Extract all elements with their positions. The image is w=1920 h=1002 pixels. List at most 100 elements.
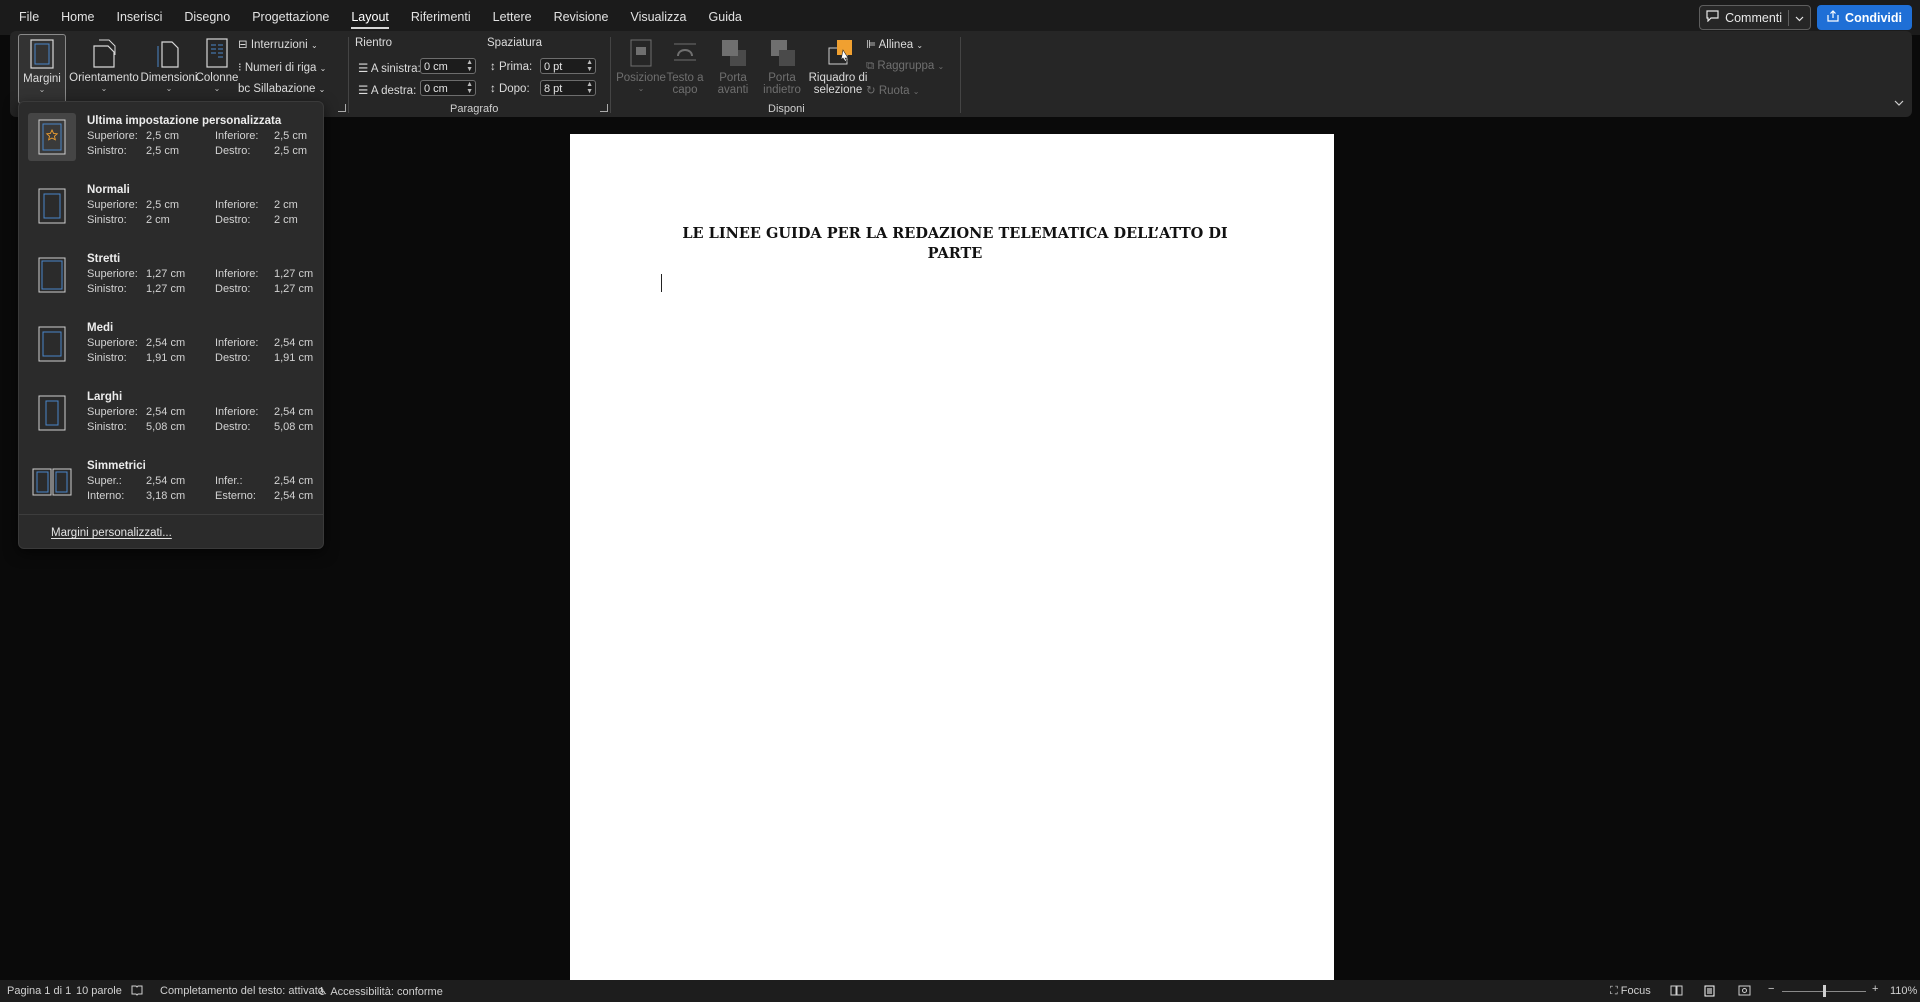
rotate-button: ↻ Ruota ⌄ — [866, 85, 920, 97]
zoom-out-button[interactable]: − — [1768, 983, 1774, 995]
menu-bar: File Home Inserisci Disegno Progettazion… — [0, 0, 1920, 35]
margin-option-simmetrici[interactable]: Simmetrici Super.: 2,54 cm Infer.: 2,54 … — [24, 452, 316, 518]
margins-button[interactable]: Margini ⌄ — [18, 34, 66, 104]
group-button: ⧉ Raggruppa ⌄ — [866, 60, 945, 72]
print-layout-icon[interactable] — [1704, 985, 1715, 1000]
text-cursor — [661, 274, 662, 292]
share-label: Condividi — [1845, 10, 1902, 25]
document-page[interactable]: LE LINEE GUIDA PER LA REDAZIONE TELEMATI… — [570, 134, 1334, 1002]
menu-home[interactable]: Home — [50, 0, 105, 35]
word-count[interactable]: 10 parole — [76, 985, 122, 997]
hyphenation-label: Sillabazione — [253, 83, 316, 95]
menu-lettere[interactable]: Lettere — [482, 0, 543, 35]
hyphenation-icon: bc — [238, 83, 251, 95]
menu-revisione[interactable]: Revisione — [543, 0, 620, 35]
menu-layout[interactable]: Layout — [340, 0, 400, 35]
group-icon: ⧉ — [866, 60, 875, 72]
margins-icon — [29, 39, 55, 69]
divider — [1788, 9, 1790, 26]
spacing-after-field[interactable]: 8 pt ▲ ▼ — [540, 80, 596, 96]
page-count[interactable]: Pagina 1 di 1 — [7, 985, 71, 997]
indent-title: Rientro — [355, 37, 393, 49]
menu-disegno[interactable]: Disegno — [173, 0, 241, 35]
spinner-arrows-icon[interactable]: ▲ ▼ — [466, 59, 473, 73]
columns-button[interactable]: Colonne ⌄ — [192, 34, 242, 100]
spinner-arrows-icon[interactable]: ▲ ▼ — [586, 59, 593, 73]
focus-button[interactable]: ⛶ Focus — [1610, 985, 1651, 998]
text-prediction-status[interactable]: Completamento del testo: attivato — [160, 985, 324, 997]
chevron-down-icon: ⌄ — [937, 62, 945, 71]
margin-thumbnail — [28, 389, 76, 437]
line-numbers-icon: ⁝ — [238, 62, 242, 74]
document-title: LE LINEE GUIDA PER LA REDAZIONE TELEMATI… — [682, 225, 1228, 262]
margin-option-medi[interactable]: Medi Superiore: 2,54 cm Inferiore: 2,54 … — [24, 314, 316, 380]
read-mode-icon[interactable] — [1670, 985, 1683, 999]
spacing-before-icon: ↕ — [490, 61, 496, 73]
send-backward-button: Porta indietro — [757, 34, 807, 100]
menu-progettazione[interactable]: Progettazione — [241, 0, 340, 35]
margin-thumbnail — [28, 320, 76, 368]
proofing-icon[interactable] — [131, 985, 143, 999]
breaks-icon: ⊟ — [238, 39, 248, 51]
zoom-in-button[interactable]: + — [1872, 983, 1878, 995]
indent-left-icon: ☰ — [358, 63, 369, 75]
share-icon — [1827, 10, 1839, 25]
breaks-button[interactable]: ⊟ Interruzioni ⌄ — [238, 37, 318, 51]
wrap-text-icon — [672, 38, 698, 68]
margin-option-last-custom[interactable]: Ultima impostazione personalizzata Super… — [24, 107, 316, 173]
align-button[interactable]: ⊫ Allinea ⌄ — [866, 37, 923, 51]
comments-button[interactable]: Commenti — [1699, 5, 1812, 30]
selection-pane-button[interactable]: Riquadro di selezione — [803, 34, 873, 100]
zoom-level[interactable]: 110% — [1890, 985, 1917, 997]
menu-guida[interactable]: Guida — [698, 0, 753, 35]
custom-margins-link[interactable]: Margini personalizzati... — [51, 527, 172, 539]
menu-riferimenti[interactable]: Riferimenti — [400, 0, 482, 35]
bring-forward-button: Porta avanti — [710, 34, 756, 100]
position-icon — [628, 38, 654, 68]
focus-icon: ⛶ — [1610, 985, 1618, 997]
spacing-title: Spaziatura — [487, 37, 542, 49]
line-numbers-label: Numeri di riga — [244, 62, 317, 74]
accessibility-status[interactable]: ♿︎ Accessibilità: conforme — [318, 985, 443, 998]
divider — [348, 37, 349, 113]
indent-left-field[interactable]: 0 cm ▲ ▼ — [420, 58, 476, 74]
chevron-down-icon: ⌄ — [912, 87, 920, 96]
zoom-slider-thumb[interactable] — [1823, 985, 1826, 997]
margin-option-normali[interactable]: Normali Superiore: 2,5 cm Inferiore: 2 c… — [24, 176, 316, 242]
chevron-down-icon: ⌄ — [319, 64, 327, 73]
share-button[interactable]: Condividi — [1817, 5, 1912, 30]
spinner-arrows-icon[interactable]: ▲ ▼ — [586, 81, 593, 95]
bring-forward-icon — [720, 38, 746, 68]
menu-file[interactable]: File — [8, 0, 50, 35]
columns-icon — [204, 38, 230, 68]
position-button: Posizione ⌄ — [616, 34, 666, 100]
collapse-ribbon-icon[interactable] — [1894, 97, 1904, 109]
margin-option-stretti[interactable]: Stretti Superiore: 1,27 cm Inferiore: 1,… — [24, 245, 316, 311]
spacing-before-field[interactable]: 0 pt ▲ ▼ — [540, 58, 596, 74]
chevron-down-icon[interactable] — [1795, 11, 1804, 25]
page-setup-launcher-icon[interactable] — [338, 104, 346, 112]
arrange-group-label: Disponi — [768, 103, 805, 115]
chevron-down-icon: ⌄ — [310, 41, 318, 50]
spacing-after-icon: ↕ — [490, 83, 496, 95]
selection-pane-icon — [825, 38, 852, 68]
margin-thumbnail — [28, 251, 76, 299]
menu-visualizza[interactable]: Visualizza — [619, 0, 697, 35]
web-layout-icon[interactable] — [1738, 985, 1751, 999]
spinner-arrows-icon[interactable]: ▲ ▼ — [466, 81, 473, 95]
rotate-icon: ↻ — [866, 85, 876, 97]
indent-right-field[interactable]: 0 cm ▲ ▼ — [420, 80, 476, 96]
line-numbers-button[interactable]: ⁝ Numeri di riga ⌄ — [238, 60, 326, 74]
margins-label: Margini — [23, 73, 61, 85]
chevron-down-icon: ⌄ — [637, 84, 645, 93]
indent-right-label: ☰ A destra: — [358, 85, 417, 97]
comments-label: Commenti — [1725, 10, 1783, 25]
paragraph-launcher-icon[interactable] — [600, 104, 608, 112]
margins-dropdown: Ultima impostazione personalizzata Super… — [18, 101, 324, 549]
hyphenation-button[interactable]: bc Sillabazione ⌄ — [238, 83, 325, 95]
margin-option-larghi[interactable]: Larghi Superiore: 2,54 cm Inferiore: 2,5… — [24, 383, 316, 449]
menu-inserisci[interactable]: Inserisci — [106, 0, 174, 35]
divider — [960, 37, 961, 113]
margin-thumbnail — [28, 182, 76, 230]
send-backward-icon — [769, 38, 795, 68]
